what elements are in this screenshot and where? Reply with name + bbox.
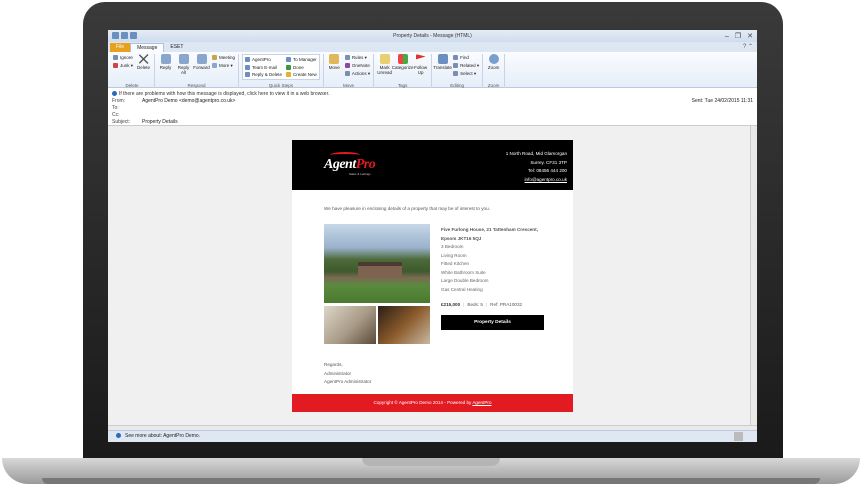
quickstep-to-manager[interactable]: To Manager	[286, 56, 317, 63]
tab-message[interactable]: Message	[130, 43, 165, 52]
folder-icon	[329, 54, 340, 64]
flag-icon	[415, 54, 426, 60]
magnifier-icon	[488, 54, 499, 64]
avatar	[734, 432, 743, 441]
select-button[interactable]: Select ▾	[453, 70, 479, 77]
info-icon	[116, 433, 121, 439]
message-body: AgentPro Sales & Lettings 1 North Road, …	[108, 125, 757, 426]
email-footer: Copyright © AgentPro Demo 2014 - Powered…	[292, 394, 573, 412]
property-photo-thumb	[378, 306, 430, 344]
check-icon	[286, 64, 292, 70]
related-icon	[453, 63, 459, 68]
regards: Regards, Administrator AgentPro Administ…	[324, 362, 372, 384]
redo-icon[interactable]	[130, 32, 137, 39]
window-title: Property Details - Message (HTML)	[393, 33, 472, 39]
info-bar[interactable]: If there are problems with how this mess…	[112, 91, 753, 98]
save-icon[interactable]	[112, 32, 119, 39]
quickstep-create-new[interactable]: Create New	[286, 71, 317, 78]
delete-icon	[138, 54, 149, 64]
envelope-icon	[245, 64, 251, 70]
intro-text: We have pleasure in enclosing details of…	[324, 206, 490, 211]
group-respond: Reply Reply All Forward Meeting More ▾ R…	[155, 54, 240, 88]
more-icon	[212, 63, 218, 68]
quick-access-toolbar	[112, 32, 137, 39]
outlook-window: Property Details - Message (HTML) – ❐ ✕ …	[108, 30, 757, 442]
logo-tagline: Sales & Lettings	[349, 172, 371, 176]
envelope-icon	[379, 54, 390, 64]
tab-eset[interactable]: ESET	[164, 43, 189, 52]
meeting-icon	[212, 55, 218, 60]
junk-button[interactable]: Junk ▾	[113, 62, 133, 69]
binoculars-icon	[453, 55, 459, 60]
title-bar: Property Details - Message (HTML) – ❐ ✕	[108, 30, 757, 42]
group-zoom: Zoom Zoom	[483, 54, 506, 88]
quickstep-done[interactable]: Done	[286, 64, 317, 71]
junk-icon	[113, 63, 118, 68]
email-header: AgentPro Sales & Lettings 1 North Road, …	[292, 140, 573, 190]
reply-icon	[160, 54, 171, 64]
group-quick-steps: AgentPro Team E-mail Reply & Delete To M…	[239, 54, 324, 88]
rules-icon	[344, 55, 350, 60]
find-button[interactable]: Find	[453, 54, 479, 61]
help-icon[interactable]: ? ⌃	[743, 43, 753, 50]
email-link[interactable]: info@agentpro.co.uk	[525, 177, 567, 182]
actions-button[interactable]: Actions ▾	[344, 70, 370, 77]
email-template: AgentPro Sales & Lettings 1 North Road, …	[292, 140, 573, 412]
tab-file[interactable]: File	[110, 43, 131, 52]
people-pane-bar: See more about: AgentPro Demo.	[108, 430, 757, 442]
ignore-button[interactable]: Ignore	[113, 54, 133, 61]
vertical-scrollbar[interactable]	[750, 126, 757, 426]
property-details: Five Furlong House, 21 Tattenham Crescen…	[441, 227, 538, 292]
arrow-icon	[286, 56, 292, 62]
envelope-icon	[245, 56, 251, 62]
quickstep-reply-delete[interactable]: Reply & Delete	[245, 71, 282, 78]
star-icon	[286, 72, 292, 78]
envelope-icon	[245, 72, 251, 78]
group-move: Move Rules ▾ OneNote Actions ▾ Move	[324, 54, 375, 88]
forward-icon	[196, 54, 207, 64]
from-value[interactable]: AgentPro Demo <demo@agentpro.co.uk>	[142, 98, 235, 104]
see-more-text[interactable]: See more about: AgentPro Demo.	[125, 433, 200, 439]
property-photo-main	[324, 224, 430, 303]
undo-icon[interactable]	[121, 32, 128, 39]
onenote-icon	[344, 63, 350, 68]
onenote-button[interactable]: OneNote	[344, 62, 370, 69]
ignore-icon	[113, 55, 118, 60]
actions-icon	[344, 71, 350, 76]
rules-button[interactable]: Rules ▾	[344, 54, 370, 61]
property-photo-thumb	[324, 306, 376, 344]
quickstep-agentpro[interactable]: AgentPro	[245, 56, 282, 63]
group-editing: Translate Find Related ▾ Select ▾ Editin…	[432, 54, 484, 88]
info-icon	[112, 91, 117, 97]
categorize-icon	[397, 54, 408, 64]
more-button[interactable]: More ▾	[212, 62, 235, 69]
agency-address: 1 North Road, Mid Glamorgan Surrey. CF31…	[505, 151, 567, 182]
agentpro-logo: AgentPro	[324, 152, 376, 173]
property-details-button[interactable]: Property Details	[441, 315, 544, 330]
meeting-button[interactable]: Meeting	[212, 54, 235, 61]
reply-all-icon	[178, 54, 189, 64]
cursor-icon	[453, 71, 459, 76]
ribbon-tabs: File Message ESET ? ⌃	[108, 42, 757, 52]
group-tags: Mark Unread Categorize Follow Up Tags	[374, 54, 433, 88]
property-price-row: £215,000 | Beds: 5 | Ref: PRA10032	[441, 302, 523, 307]
sent-date: Sent: Tue 24/02/2015 11:31	[691, 98, 753, 104]
agentpro-link[interactable]: AgentPro	[472, 400, 491, 405]
group-delete: Ignore Junk ▾ Delete Delete	[110, 54, 156, 88]
translate-icon	[437, 54, 448, 64]
related-button[interactable]: Related ▾	[453, 62, 479, 69]
laptop-base	[2, 458, 860, 484]
ribbon: Ignore Junk ▾ Delete Delete Reply Reply …	[108, 52, 757, 88]
quickstep-team-email[interactable]: Team E-mail	[245, 64, 282, 71]
